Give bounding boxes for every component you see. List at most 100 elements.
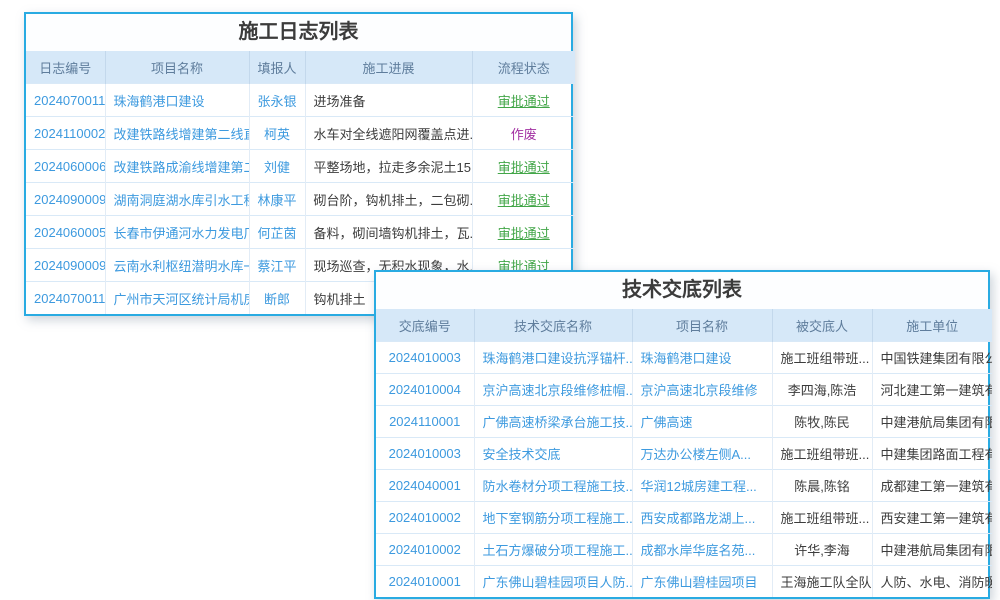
disclosure-recipients-cell: 陈牧,陈民 [772, 406, 872, 438]
log-reporter-link[interactable]: 刘健 [249, 150, 305, 183]
disclosure-name-link[interactable]: 广佛高速桥梁承台施工技... [474, 406, 632, 438]
log-col-header-status: 流程状态 [472, 51, 575, 84]
disclosure-recipients-cell: 施工班组带班... [772, 438, 872, 470]
disclosure-col-header-name: 技术交底名称 [474, 309, 632, 342]
disclosure-table-row: 2024010002 土石方爆破分项工程施工... 成都水岸华庭名苑... 许华… [376, 534, 992, 566]
disclosure-unit-cell: 中建港航局集团有限... [872, 406, 992, 438]
log-table-row: 2024060006 改建铁路成渝线增建第二... 刘健 平整场地，拉走多余泥土… [26, 150, 575, 183]
disclosure-unit-cell: 成都建工第一建筑有... [872, 470, 992, 502]
log-progress-cell: 备料，砌间墙钩机排土，瓦... [305, 216, 472, 249]
log-id-link[interactable]: 2024060005 [26, 216, 105, 249]
disclosure-id-link[interactable]: 2024010003 [376, 342, 474, 374]
technical-disclosure-table-title: 技术交底列表 [376, 272, 988, 309]
disclosure-col-header-project: 项目名称 [632, 309, 772, 342]
disclosure-unit-cell: 中建港航局集团有限... [872, 534, 992, 566]
disclosure-id-link[interactable]: 2024010003 [376, 438, 474, 470]
disclosure-project-link[interactable]: 广佛高速 [632, 406, 772, 438]
disclosure-project-link[interactable]: 珠海鹤港口建设 [632, 342, 772, 374]
log-table-row: 2024070011 珠海鹤港口建设 张永银 进场准备 审批通过 [26, 84, 575, 117]
disclosure-id-link[interactable]: 2024010004 [376, 374, 474, 406]
disclosure-table-row: 2024110001 广佛高速桥梁承台施工技... 广佛高速 陈牧,陈民 中建港… [376, 406, 992, 438]
log-id-link[interactable]: 2024110002 [26, 117, 105, 150]
log-project-link[interactable]: 长春市伊通河水力发电厂... [105, 216, 249, 249]
log-reporter-link[interactable]: 断郎 [249, 282, 305, 315]
disclosure-col-header-id: 交底编号 [376, 309, 474, 342]
disclosure-unit-cell: 中国铁建集团有限公司 [872, 342, 992, 374]
log-reporter-link[interactable]: 柯英 [249, 117, 305, 150]
log-project-link[interactable]: 珠海鹤港口建设 [105, 84, 249, 117]
log-status-link[interactable]: 审批通过 [472, 183, 575, 216]
log-status-link[interactable]: 审批通过 [472, 216, 575, 249]
disclosure-id-link[interactable]: 2024010002 [376, 502, 474, 534]
disclosure-recipients-cell: 王海施工队全队 [772, 566, 872, 598]
disclosure-name-link[interactable]: 珠海鹤港口建设抗浮锚杆... [474, 342, 632, 374]
disclosure-recipients-cell: 李四海,陈浩 [772, 374, 872, 406]
log-reporter-link[interactable]: 张永银 [249, 84, 305, 117]
disclosure-table-row: 2024010003 珠海鹤港口建设抗浮锚杆... 珠海鹤港口建设 施工班组带班… [376, 342, 992, 374]
disclosure-project-link[interactable]: 广东佛山碧桂园项目 [632, 566, 772, 598]
log-project-link[interactable]: 改建铁路线增建第二线直... [105, 117, 249, 150]
technical-disclosure-table: 交底编号 技术交底名称 项目名称 被交底人 施工单位 2024010003 珠海… [376, 309, 992, 597]
disclosure-project-link[interactable]: 万达办公楼左侧A... [632, 438, 772, 470]
disclosure-name-link[interactable]: 安全技术交底 [474, 438, 632, 470]
disclosure-id-link[interactable]: 2024010001 [376, 566, 474, 598]
log-col-header-project: 项目名称 [105, 51, 249, 84]
disclosure-col-header-recipients: 被交底人 [772, 309, 872, 342]
disclosure-name-link[interactable]: 地下室钢筋分项工程施工... [474, 502, 632, 534]
log-project-link[interactable]: 湖南洞庭湖水库引水工程... [105, 183, 249, 216]
log-status-link[interactable]: 审批通过 [472, 150, 575, 183]
log-reporter-link[interactable]: 林康平 [249, 183, 305, 216]
disclosure-id-link[interactable]: 2024110001 [376, 406, 474, 438]
log-table-row: 2024090009 湖南洞庭湖水库引水工程... 林康平 砌台阶，钩机排土，二… [26, 183, 575, 216]
disclosure-recipients-cell: 许华,李海 [772, 534, 872, 566]
disclosure-table-row: 2024010004 京沪高速北京段维修桩帽... 京沪高速北京段维修 李四海,… [376, 374, 992, 406]
log-reporter-link[interactable]: 何芷茵 [249, 216, 305, 249]
disclosure-table-row: 2024010001 广东佛山碧桂园项目人防... 广东佛山碧桂园项目 王海施工… [376, 566, 992, 598]
disclosure-recipients-cell: 陈晨,陈铭 [772, 470, 872, 502]
log-status-link[interactable]: 作废 [472, 117, 575, 150]
disclosure-name-link[interactable]: 土石方爆破分项工程施工... [474, 534, 632, 566]
log-header-row: 日志编号 项目名称 填报人 施工进展 流程状态 [26, 51, 575, 84]
disclosure-recipients-cell: 施工班组带班... [772, 502, 872, 534]
disclosure-id-link[interactable]: 2024040001 [376, 470, 474, 502]
log-col-header-progress: 施工进展 [305, 51, 472, 84]
log-progress-cell: 砌台阶，钩机排土，二包砌... [305, 183, 472, 216]
log-col-header-id: 日志编号 [26, 51, 105, 84]
disclosure-header-row: 交底编号 技术交底名称 项目名称 被交底人 施工单位 [376, 309, 992, 342]
disclosure-name-link[interactable]: 防水卷材分项工程施工技... [474, 470, 632, 502]
disclosure-name-link[interactable]: 广东佛山碧桂园项目人防... [474, 566, 632, 598]
log-id-link[interactable]: 2024070011 [26, 282, 105, 315]
log-id-link[interactable]: 2024090009 [26, 249, 105, 282]
log-id-link[interactable]: 2024090009 [26, 183, 105, 216]
disclosure-name-link[interactable]: 京沪高速北京段维修桩帽... [474, 374, 632, 406]
log-project-link[interactable]: 广州市天河区统计局机房... [105, 282, 249, 315]
log-project-link[interactable]: 改建铁路成渝线增建第二... [105, 150, 249, 183]
disclosure-id-link[interactable]: 2024010002 [376, 534, 474, 566]
technical-disclosure-table-card: 技术交底列表 交底编号 技术交底名称 项目名称 被交底人 施工单位 202401… [374, 270, 990, 599]
log-progress-cell: 平整场地，拉走多余泥土15... [305, 150, 472, 183]
disclosure-unit-cell: 中建集团路面工程有... [872, 438, 992, 470]
disclosure-recipients-cell: 施工班组带班... [772, 342, 872, 374]
log-id-link[interactable]: 2024060006 [26, 150, 105, 183]
log-id-link[interactable]: 2024070011 [26, 84, 105, 117]
disclosure-project-link[interactable]: 华润12城房建工程... [632, 470, 772, 502]
log-reporter-link[interactable]: 蔡江平 [249, 249, 305, 282]
disclosure-table-row: 2024040001 防水卷材分项工程施工技... 华润12城房建工程... 陈… [376, 470, 992, 502]
log-table-row: 2024060005 长春市伊通河水力发电厂... 何芷茵 备料，砌间墙钩机排土… [26, 216, 575, 249]
disclosure-table-row: 2024010003 安全技术交底 万达办公楼左侧A... 施工班组带班... … [376, 438, 992, 470]
disclosure-table-row: 2024010002 地下室钢筋分项工程施工... 西安成都路龙湖上... 施工… [376, 502, 992, 534]
disclosure-project-link[interactable]: 成都水岸华庭名苑... [632, 534, 772, 566]
log-table-row: 2024110002 改建铁路线增建第二线直... 柯英 水车对全线遮阳网覆盖点… [26, 117, 575, 150]
construction-log-table-title: 施工日志列表 [26, 14, 571, 51]
disclosure-unit-cell: 西安建工第一建筑有... [872, 502, 992, 534]
log-progress-cell: 进场准备 [305, 84, 472, 117]
disclosure-unit-cell: 河北建工第一建筑有... [872, 374, 992, 406]
log-status-link[interactable]: 审批通过 [472, 84, 575, 117]
log-col-header-reporter: 填报人 [249, 51, 305, 84]
disclosure-unit-cell: 人防、水电、消防暖通 [872, 566, 992, 598]
disclosure-col-header-unit: 施工单位 [872, 309, 992, 342]
log-progress-cell: 水车对全线遮阳网覆盖点进... [305, 117, 472, 150]
disclosure-project-link[interactable]: 西安成都路龙湖上... [632, 502, 772, 534]
log-project-link[interactable]: 云南水利枢纽潜明水库一... [105, 249, 249, 282]
disclosure-project-link[interactable]: 京沪高速北京段维修 [632, 374, 772, 406]
